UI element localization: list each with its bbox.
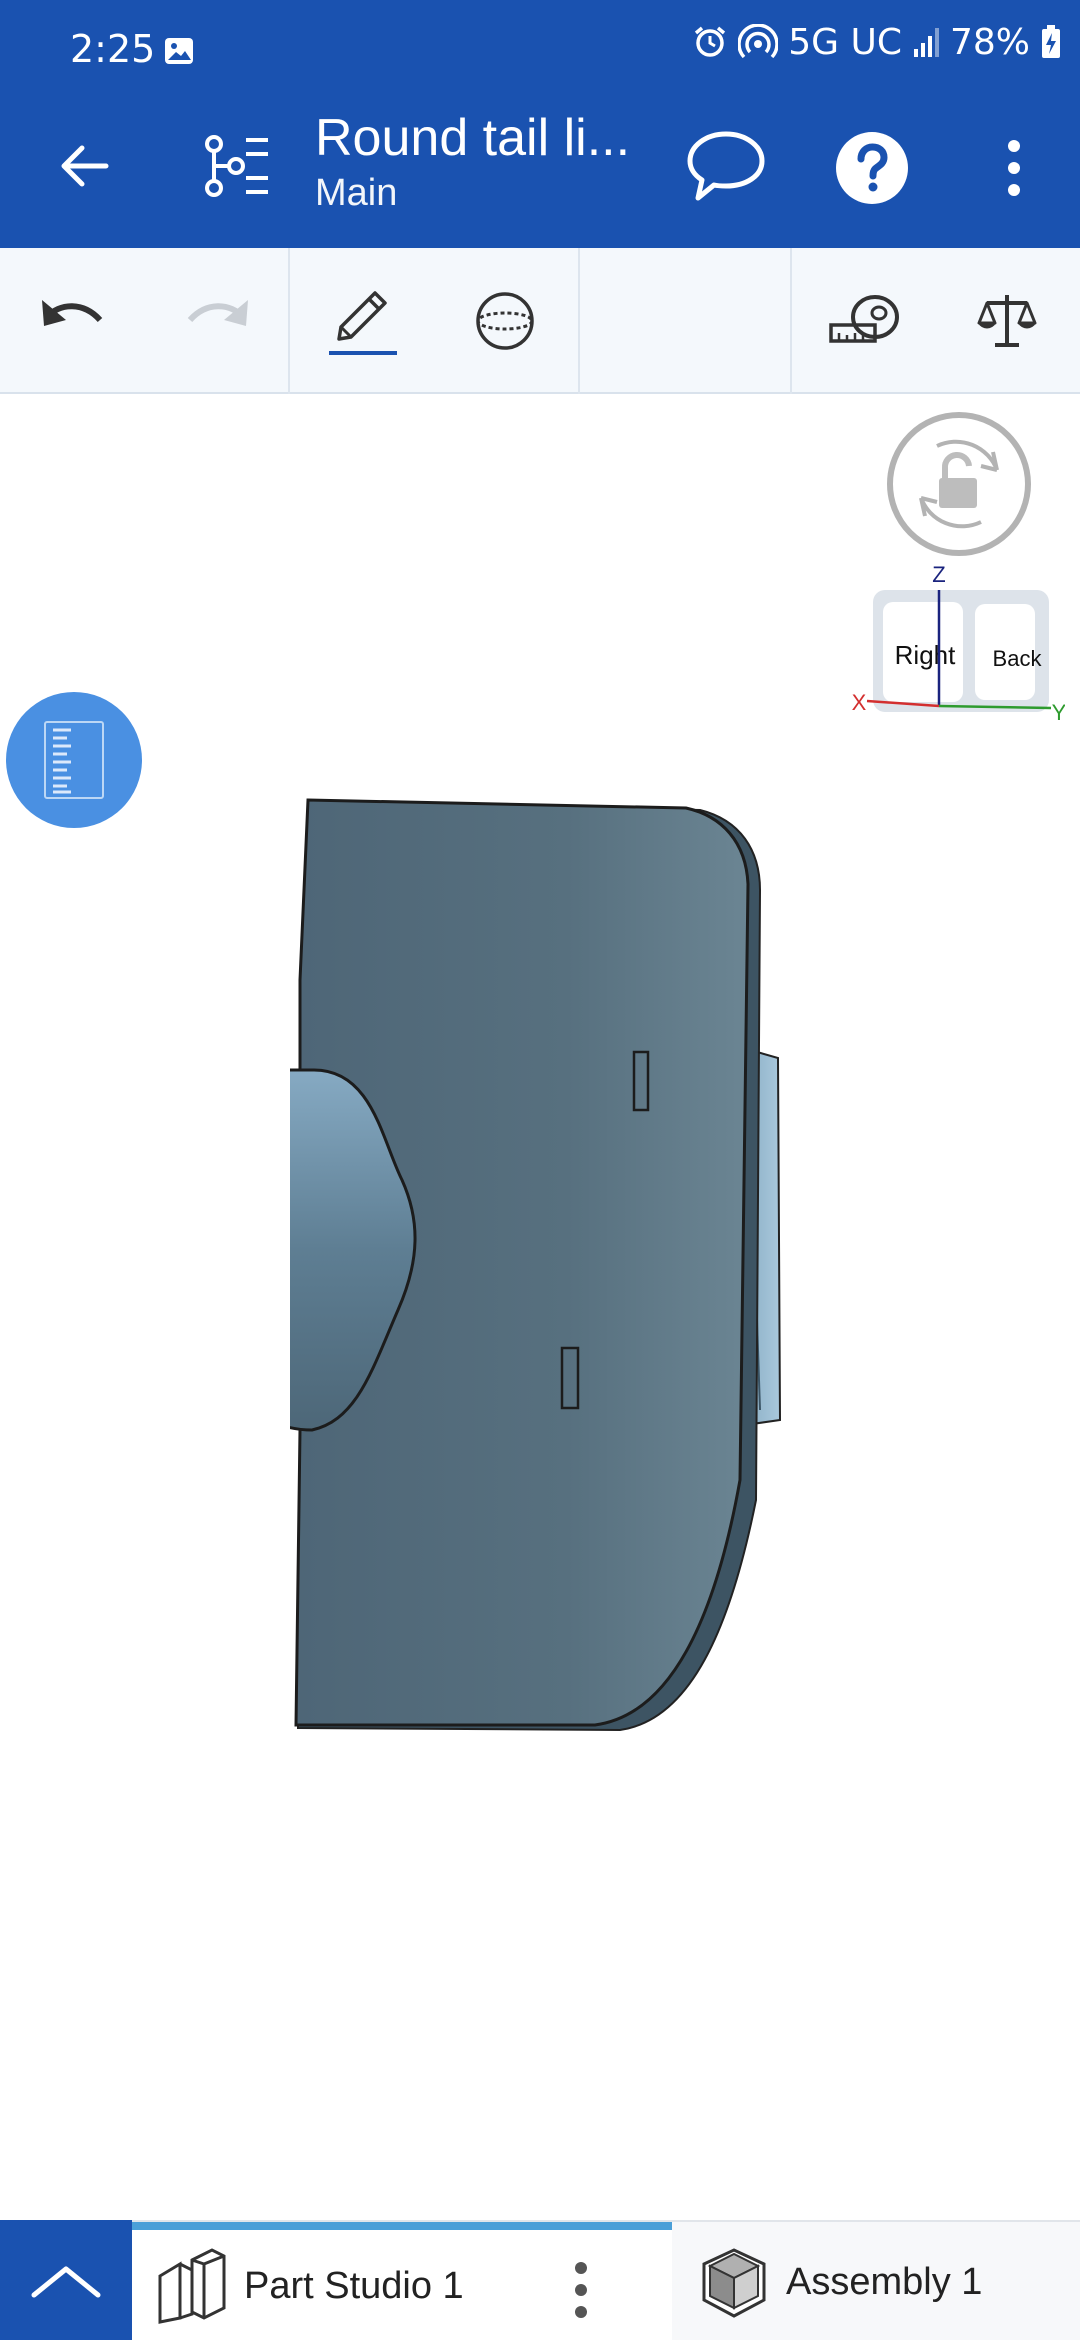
more-vertical-icon xyxy=(1008,140,1020,196)
branch-name: Main xyxy=(315,172,398,214)
more-options-button[interactable] xyxy=(990,126,1038,210)
help-icon xyxy=(836,132,908,204)
view-cube[interactable]: Right Back Z X Y xyxy=(845,560,1065,740)
sketch-pencil-icon xyxy=(329,291,397,355)
document-title: Round tail li... xyxy=(315,109,631,167)
plane-sphere-icon xyxy=(476,292,534,350)
help-button[interactable] xyxy=(830,126,914,210)
tab-assembly-label: Assembly 1 xyxy=(786,2260,983,2303)
signal-icon xyxy=(913,28,939,57)
part-studio-icon xyxy=(158,2248,226,2324)
comment-button[interactable] xyxy=(680,120,772,212)
y-axis-label: Y xyxy=(1052,700,1065,725)
x-axis-label: X xyxy=(852,690,867,715)
feature-tree-icon xyxy=(205,135,268,197)
mass-properties-icon xyxy=(977,295,1037,347)
tab-options-button[interactable] xyxy=(566,2254,596,2326)
tab-assembly[interactable]: Assembly 1 xyxy=(674,2222,1080,2340)
battery-icon xyxy=(1042,25,1060,58)
part-model[interactable] xyxy=(290,780,810,1740)
redo-button[interactable] xyxy=(172,276,262,366)
ruler-list-icon xyxy=(44,721,104,799)
view-rotation-lock[interactable] xyxy=(885,410,1033,558)
network-type: 5G UC xyxy=(788,21,902,63)
status-time: 2:25 xyxy=(70,27,156,71)
alarm-icon xyxy=(695,26,726,57)
tab-part-studio[interactable]: Part Studio 1 xyxy=(132,2222,672,2340)
feature-tree-button[interactable] xyxy=(190,120,282,212)
hotspot-icon xyxy=(738,24,779,59)
face-back-label: Back xyxy=(993,646,1043,671)
status-bar: 2:25 5G UC 78% xyxy=(0,0,1080,82)
redo-icon xyxy=(187,300,248,326)
back-button[interactable] xyxy=(40,122,128,210)
undo-icon xyxy=(42,300,103,326)
gallery-icon xyxy=(165,38,193,64)
status-indicators: 5G UC 78% xyxy=(692,21,1062,63)
app-bar: Round tail li... Main xyxy=(0,82,1080,248)
mass-properties-button[interactable] xyxy=(962,276,1052,366)
document-title-block[interactable]: Round tail li... Main xyxy=(315,106,655,216)
unlock-icon xyxy=(939,478,977,508)
sketch-button[interactable] xyxy=(318,276,408,366)
measure-tape-icon xyxy=(829,295,899,343)
z-axis-label: Z xyxy=(932,562,945,587)
toolbar-divider xyxy=(790,248,792,394)
toolbar-divider xyxy=(578,248,580,394)
toolbar-divider xyxy=(288,248,290,394)
measure-button[interactable] xyxy=(820,276,910,366)
tab-part-studio-label: Part Studio 1 xyxy=(244,2264,464,2307)
battery-percent: 78% xyxy=(949,21,1030,63)
chevron-up-icon xyxy=(31,2266,101,2298)
document-tabs: Part Studio 1 Assembly 1 xyxy=(0,2220,1080,2340)
more-vertical-icon xyxy=(575,2262,587,2318)
assembly-icon xyxy=(702,2248,766,2318)
tab-manager-toggle[interactable] xyxy=(0,2220,132,2340)
undo-button[interactable] xyxy=(28,276,118,366)
comment-icon xyxy=(687,131,765,201)
plane-button[interactable] xyxy=(460,276,550,366)
feature-list-panel-button[interactable] xyxy=(6,692,142,828)
face-right-label: Right xyxy=(895,640,956,670)
back-arrow-icon xyxy=(61,145,109,187)
toolbar xyxy=(0,248,1080,394)
